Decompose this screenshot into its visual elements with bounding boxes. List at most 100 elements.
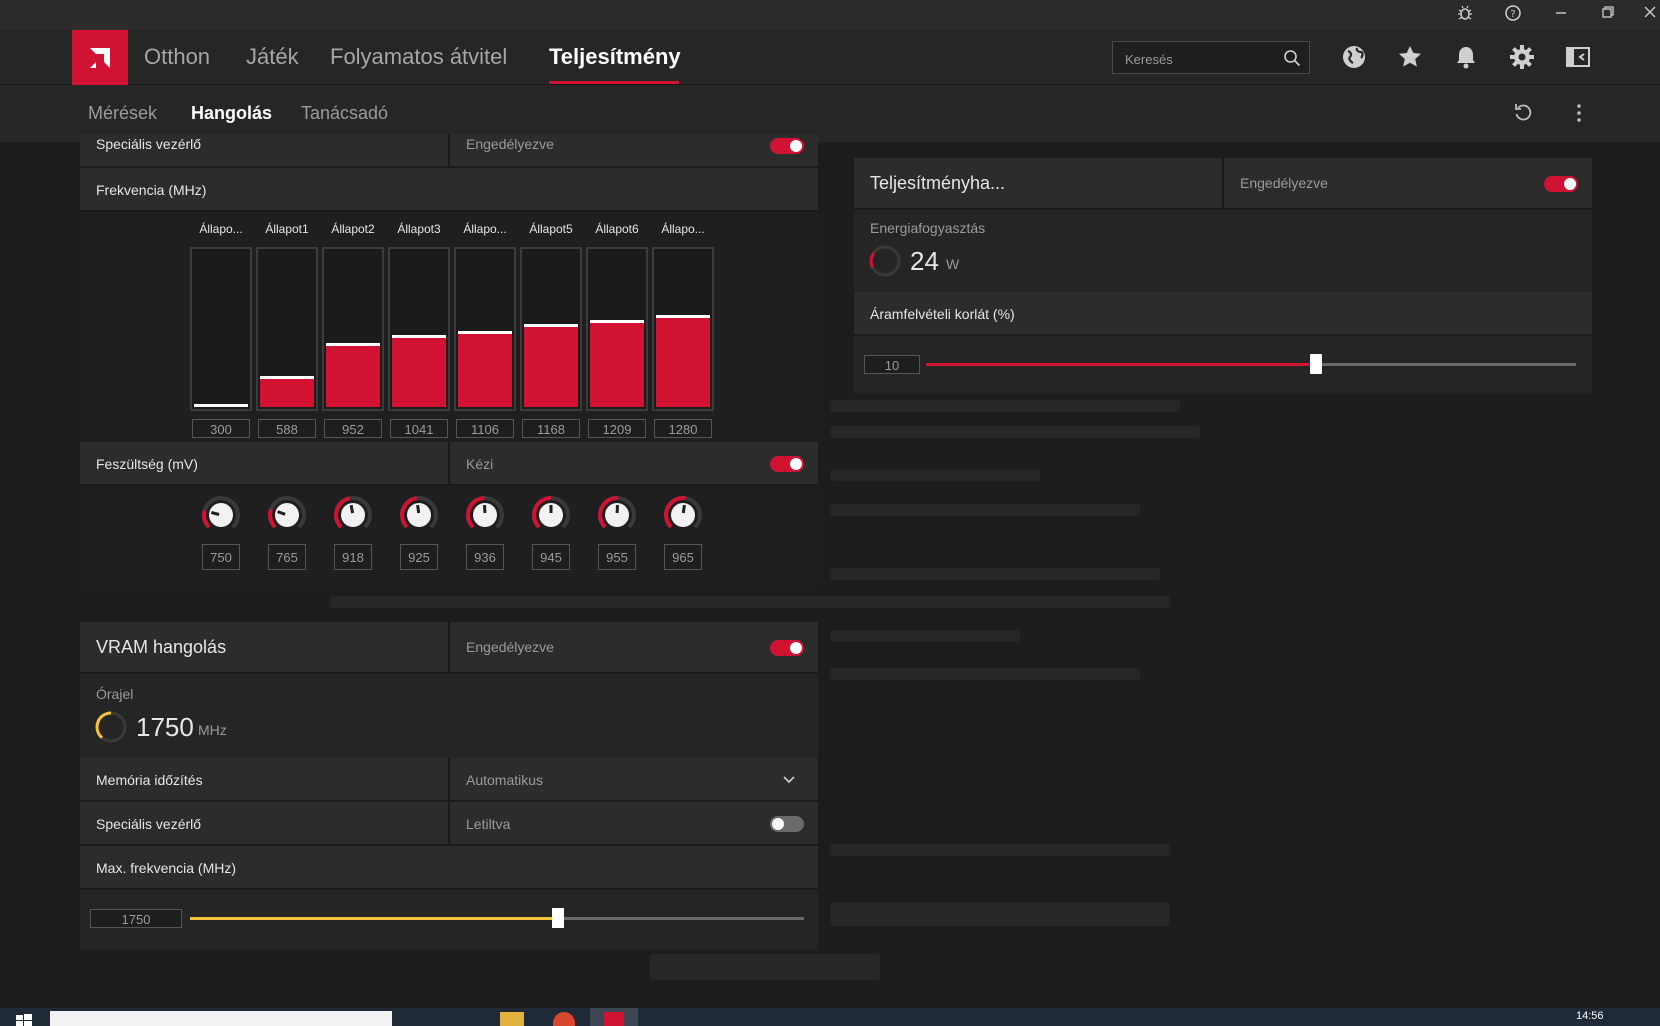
tab-performance[interactable]: Teljesítmény [549, 44, 681, 70]
frequency-state-bar[interactable] [652, 247, 714, 411]
minimize-icon[interactable] [1546, 4, 1576, 26]
power-toggle[interactable] [1544, 176, 1578, 192]
frequency-value-box[interactable]: 1041 [390, 419, 448, 438]
file-explorer-icon[interactable] [500, 1012, 524, 1026]
main-nav: Otthon Játék Folyamatos átvitel Teljesít… [0, 30, 1660, 86]
amd-taskbar-icon[interactable] [590, 1008, 638, 1026]
frequency-value-box[interactable]: 588 [258, 419, 316, 438]
consumption-unit: W [946, 256, 960, 272]
frequency-value-box[interactable]: 1168 [522, 419, 580, 438]
voltage-knob[interactable] [266, 494, 308, 536]
help-icon[interactable]: ? [1498, 4, 1528, 26]
voltage-value-box[interactable]: 750 [202, 544, 240, 570]
max-frequency-slider[interactable] [190, 908, 804, 930]
state-label: Állapot3 [397, 222, 441, 236]
voltage-knob[interactable] [200, 494, 242, 536]
voltage-knob[interactable] [398, 494, 440, 536]
frequency-state-bar[interactable] [256, 247, 318, 411]
voltage-knob[interactable] [332, 494, 374, 536]
frequency-bar-handle[interactable] [326, 343, 380, 346]
tab-gaming[interactable]: Játék [246, 44, 299, 70]
tab-metrics[interactable]: Mérések [88, 103, 157, 124]
frequency-bar-handle[interactable] [260, 376, 314, 379]
voltage-knobs-area: 750 765 918 925 936 945 955 965 [80, 486, 818, 586]
windows-start-icon[interactable] [16, 1013, 32, 1026]
frequency-bar-fill [326, 346, 380, 407]
frequency-value-box[interactable]: 1209 [588, 419, 646, 438]
tab-advisor[interactable]: Tanácsadó [301, 103, 388, 124]
frequency-state-bar[interactable] [190, 247, 252, 411]
voltage-value-box[interactable]: 945 [532, 544, 570, 570]
taskbar-clock: 14:56 [1576, 1010, 1604, 1022]
clock-unit: MHz [198, 722, 227, 738]
voltage-value-box[interactable]: 936 [466, 544, 504, 570]
current-limit-value[interactable]: 10 [864, 355, 920, 374]
frequency-value-box[interactable]: 300 [192, 419, 250, 438]
frequency-bar-handle[interactable] [458, 331, 512, 334]
search-input[interactable] [1123, 48, 1277, 70]
reset-icon[interactable] [1512, 102, 1536, 126]
max-frequency-label: Max. frekvencia (MHz) [96, 860, 237, 876]
restore-icon[interactable] [1593, 4, 1623, 26]
frequency-state-bar[interactable] [322, 247, 384, 411]
frequency-bar-handle[interactable] [524, 324, 578, 327]
voltage-knob[interactable] [596, 494, 638, 536]
special-control-toggle[interactable] [770, 138, 804, 154]
browser-icon[interactable] [553, 1012, 575, 1026]
vram-special-control-row: Speciális vezérlő Letiltva [80, 802, 818, 846]
amd-logo[interactable] [72, 30, 128, 86]
max-frequency-value[interactable]: 1750 [90, 909, 182, 928]
bug-icon[interactable] [1450, 4, 1480, 26]
frequency-value-box[interactable]: 952 [324, 419, 382, 438]
voltage-label: Feszültség (mV) [96, 456, 198, 472]
bell-icon[interactable] [1452, 43, 1482, 73]
search-box[interactable] [1112, 41, 1310, 74]
frequency-bar-handle[interactable] [656, 315, 710, 318]
frequency-bar-handle[interactable] [194, 404, 248, 407]
voltage-value-box[interactable]: 765 [268, 544, 306, 570]
voltage-knob[interactable] [662, 494, 704, 536]
voltage-value-box[interactable]: 965 [664, 544, 702, 570]
close-icon[interactable] [1640, 4, 1660, 26]
taskbar-search-box[interactable] [50, 1011, 392, 1026]
frequency-bar-fill [260, 379, 314, 407]
frequency-value-box[interactable]: 1280 [654, 419, 712, 438]
frequency-bar-handle[interactable] [392, 335, 446, 338]
tab-streaming[interactable]: Folyamatos átvitel [330, 44, 507, 70]
frequency-value-box[interactable]: 1106 [456, 419, 514, 438]
chevron-down-icon[interactable] [782, 773, 796, 787]
star-icon[interactable] [1396, 43, 1426, 73]
voltage-knob[interactable] [464, 494, 506, 536]
frequency-state-bar[interactable] [388, 247, 450, 411]
voltage-value-box[interactable]: 955 [598, 544, 636, 570]
vram-toggle[interactable] [770, 640, 804, 656]
voltage-knob[interactable] [530, 494, 572, 536]
frequency-state-bar[interactable] [586, 247, 648, 411]
memory-timing-value[interactable]: Automatikus [466, 772, 543, 788]
tab-tuning[interactable]: Hangolás [191, 103, 272, 124]
tab-home[interactable]: Otthon [144, 44, 210, 70]
frequency-row: Frekvencia (MHz) [80, 168, 818, 212]
current-limit-slider[interactable] [926, 354, 1576, 376]
power-gauge-icon [869, 245, 901, 277]
special-control-label: Speciális vezérlő [96, 136, 202, 152]
frequency-bar-handle[interactable] [590, 320, 644, 323]
vram-header-row: VRAM hangolás Engedélyezve [80, 622, 818, 674]
slider-thumb[interactable] [552, 908, 564, 928]
voltage-value-box[interactable]: 925 [400, 544, 438, 570]
more-icon[interactable] [1568, 102, 1592, 126]
voltage-toggle[interactable] [770, 456, 804, 472]
gear-icon[interactable] [1508, 43, 1538, 73]
globe-icon[interactable] [1340, 43, 1370, 73]
taskbar: 14:56 [0, 1008, 1660, 1026]
vram-title: VRAM hangolás [96, 637, 227, 657]
title-bar: ? [0, 0, 1660, 30]
vram-special-control-toggle[interactable] [770, 816, 804, 832]
frequency-state-bar[interactable] [454, 247, 516, 411]
frequency-state-bar[interactable] [520, 247, 582, 411]
voltage-value-box[interactable]: 918 [334, 544, 372, 570]
search-icon[interactable] [1283, 49, 1301, 67]
clock-gauge-icon [95, 711, 127, 743]
sidebar-icon[interactable] [1564, 43, 1594, 73]
slider-thumb[interactable] [1310, 354, 1322, 374]
